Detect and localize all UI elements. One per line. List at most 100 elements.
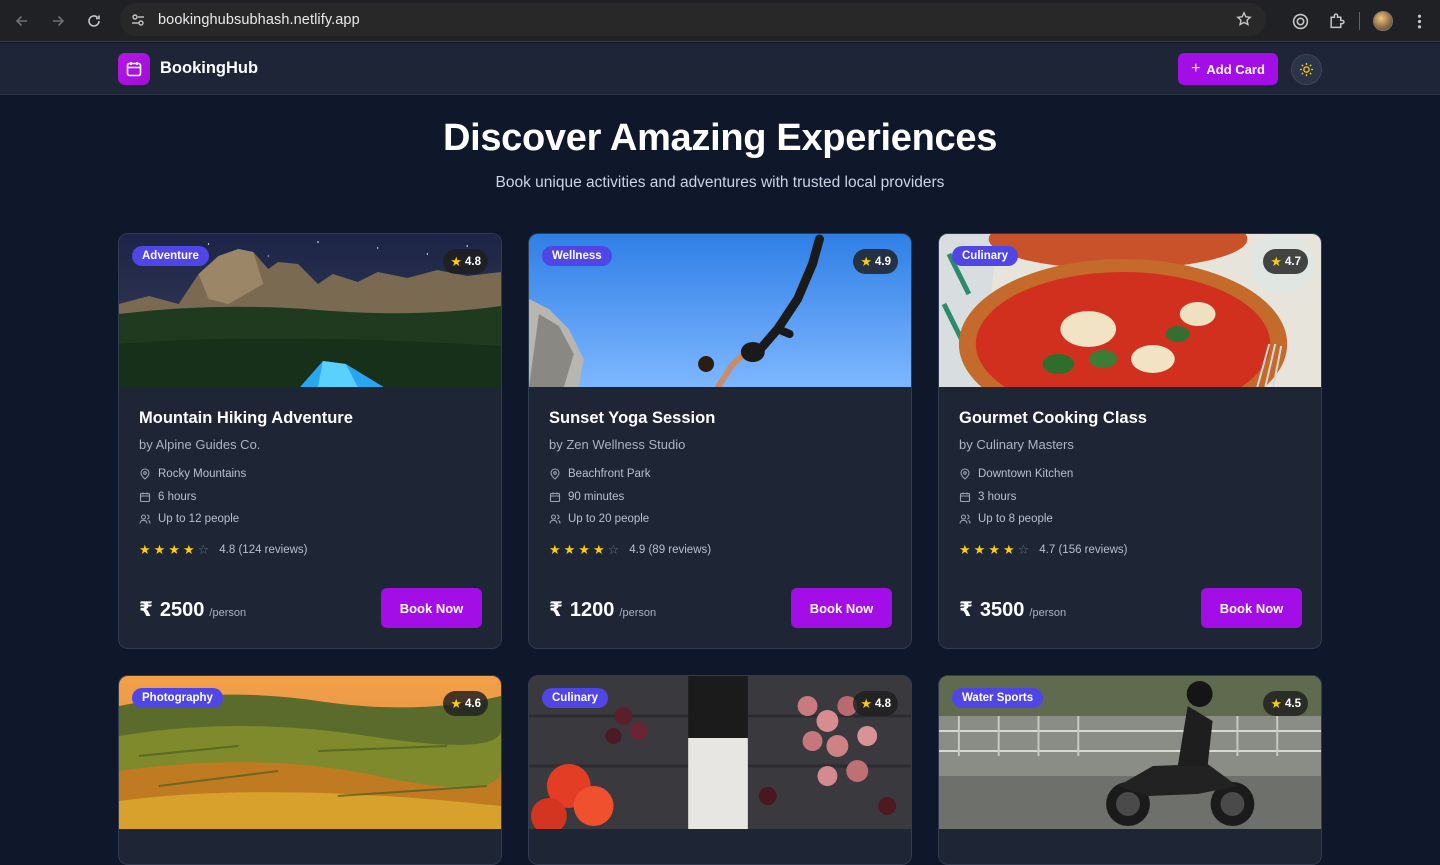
star-filled-icon: ★ [182, 542, 195, 557]
calendar-icon [959, 492, 971, 503]
category-badge: Culinary [542, 688, 609, 708]
star-icon: ★ [450, 695, 462, 711]
star-filled-icon: ★ [563, 542, 576, 557]
reviews-text: 4.8 (124 reviews) [219, 544, 308, 556]
star-icon: ★ [860, 253, 872, 269]
media-control-icon[interactable] [1287, 8, 1313, 34]
sun-icon [1299, 62, 1314, 77]
add-card-button[interactable]: + Add Card [1178, 53, 1278, 85]
forward-arrow-icon[interactable] [40, 3, 76, 39]
duration-row: 3 hours [959, 491, 1016, 503]
calendar-icon [549, 492, 561, 503]
users-icon [959, 514, 971, 524]
capacity-row: Up to 8 people [959, 513, 1053, 525]
hero-subtitle: Book unique activities and adventures wi… [495, 174, 945, 191]
category-badge: Adventure [132, 246, 209, 266]
experience-card[interactable]: Culinary ★ 4.7 Gourmet Cooking Class by C… [938, 233, 1322, 649]
star-filled-icon: ★ [549, 542, 561, 557]
duration-text: 3 hours [978, 491, 1017, 503]
location-text: Downtown Kitchen [978, 468, 1074, 480]
card-title: Sunset Yoga Session [549, 409, 716, 427]
price-unit: /person [209, 607, 247, 619]
star-filled-icon: ★ [988, 542, 1000, 557]
capacity-row: Up to 20 people [549, 513, 649, 525]
price-unit: /person [1029, 607, 1067, 619]
card-provider: by Culinary Masters [959, 437, 1074, 452]
location-row: Rocky Mountains [139, 468, 246, 480]
rating-badge: ★ 4.9 [853, 249, 898, 274]
star-rating: ★ ★ ★ ★ ☆ 4.7 (156 reviews) [959, 542, 1128, 558]
star-filled-icon: ★ [578, 542, 590, 557]
star-filled-icon: ★ [1002, 542, 1015, 557]
reviews-text: 4.7 (156 reviews) [1039, 544, 1128, 556]
duration-text: 90 minutes [568, 491, 625, 503]
book-now-button[interactable]: Book Now [1201, 588, 1302, 628]
star-empty-icon: ☆ [607, 542, 620, 557]
price: ₹ 2500 /person [139, 597, 246, 622]
duration-text: 6 hours [158, 491, 197, 503]
more-menu-icon[interactable] [1406, 8, 1432, 34]
star-rating: ★ ★ ★ ★ ☆ 4.9 (89 reviews) [549, 542, 711, 558]
book-now-button[interactable]: Book Now [791, 588, 892, 628]
category-badge: Wellness [542, 246, 612, 266]
location-row: Beachfront Park [549, 468, 650, 480]
star-filled-icon: ★ [592, 542, 605, 557]
location-text: Beachfront Park [568, 468, 651, 480]
star-icon: ★ [1270, 253, 1282, 269]
currency-symbol: ₹ [139, 599, 153, 621]
star-icon: ★ [860, 695, 872, 711]
site-settings-icon[interactable] [130, 12, 146, 28]
price-amount: 2500 [159, 599, 205, 621]
brand-name[interactable]: BookingHub [160, 59, 258, 78]
rating-badge: ★ 4.6 [443, 691, 488, 716]
back-arrow-icon[interactable] [4, 3, 40, 39]
price-unit: /person [619, 607, 657, 619]
map-pin-icon [550, 468, 560, 480]
rating-value: 4.9 [875, 255, 891, 268]
star-rating: ★ ★ ★ ★ ☆ 4.8 (124 reviews) [139, 542, 308, 558]
location-text: Rocky Mountains [158, 468, 247, 480]
price: ₹ 3500 /person [959, 597, 1066, 622]
currency-symbol: ₹ [959, 599, 973, 621]
card-image-pizza: Culinary ★ 4.7 [939, 234, 1321, 387]
category-badge: Culinary [952, 246, 1019, 266]
location-row: Downtown Kitchen [959, 468, 1073, 480]
star-filled-icon: ★ [973, 542, 986, 557]
bookmark-star-icon[interactable] [1236, 11, 1252, 27]
experience-card[interactable]: Adventure ★ 4.8 Mountain Hiking Adventure… [118, 233, 502, 649]
extensions-icon[interactable] [1323, 8, 1349, 34]
url-text[interactable]: bookinghubsubhash.netlify.app [158, 12, 360, 28]
card-image-mountain: Adventure ★ 4.8 [119, 234, 501, 387]
card-image-landscape: Photography ★ 4.6 [119, 676, 501, 829]
card-image-wine: Culinary ★ 4.8 [529, 676, 911, 829]
rating-value: 4.8 [465, 255, 481, 268]
experience-card[interactable]: Culinary ★ 4.8 [528, 675, 912, 865]
experience-card[interactable]: Wellness ★ 4.9 Sunset Yoga Session by Zen… [528, 233, 912, 649]
capacity-text: Up to 12 people [158, 513, 240, 525]
profile-avatar[interactable] [1370, 8, 1396, 34]
map-pin-icon [960, 468, 970, 480]
experience-card[interactable]: Water Sports ★ 4.5 [938, 675, 1322, 865]
card-title: Mountain Hiking Adventure [139, 409, 353, 427]
theme-toggle-button[interactable] [1291, 54, 1322, 85]
star-filled-icon: ★ [959, 542, 971, 557]
star-filled-icon: ★ [139, 542, 151, 557]
browser-toolbar: bookinghubsubhash.netlify.app [0, 0, 1440, 42]
rating-value: 4.8 [875, 697, 891, 710]
book-now-button[interactable]: Book Now [381, 588, 482, 628]
users-icon [139, 514, 151, 524]
calendar-logo-icon[interactable] [118, 53, 150, 85]
star-empty-icon: ☆ [197, 542, 210, 557]
currency-symbol: ₹ [549, 599, 563, 621]
address-bar[interactable]: bookinghubsubhash.netlify.app [120, 3, 1266, 36]
card-provider: by Zen Wellness Studio [549, 437, 686, 452]
card-image-motorcycle: Water Sports ★ 4.5 [939, 676, 1321, 829]
reload-icon[interactable] [76, 3, 112, 39]
capacity-text: Up to 20 people [568, 513, 650, 525]
duration-row: 90 minutes [549, 491, 624, 503]
experience-card[interactable]: Photography ★ 4.6 [118, 675, 502, 865]
card-title: Gourmet Cooking Class [959, 409, 1147, 427]
rating-badge: ★ 4.8 [853, 691, 898, 716]
star-filled-icon: ★ [153, 542, 166, 557]
price: ₹ 1200 /person [549, 597, 656, 622]
